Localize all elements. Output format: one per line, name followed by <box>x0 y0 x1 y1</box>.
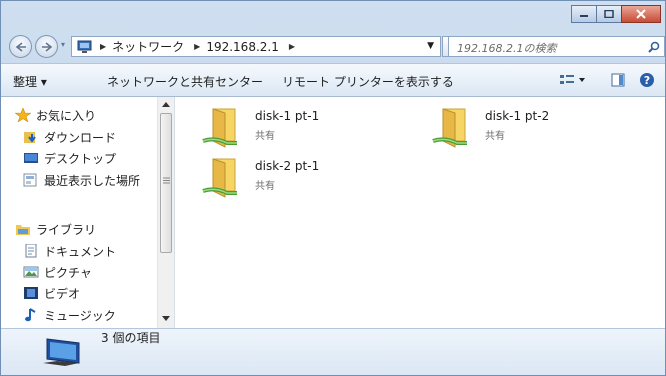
network-share-folder-icon <box>432 108 467 148</box>
recent-places-icon <box>23 173 37 187</box>
libraries-icon <box>16 225 30 235</box>
item-type: 共有 <box>485 131 505 142</box>
desktop-icon <box>24 153 38 163</box>
minimize-icon <box>580 15 588 17</box>
item-count: 3 個の項目 <box>101 331 161 345</box>
nav-item-label: 最近表示した場所 <box>44 173 141 188</box>
show-remote-printers-button[interactable]: リモート プリンターを表示する <box>282 73 454 90</box>
nav-item-downloads[interactable]: ダウンロード <box>23 128 157 146</box>
scrollbar-thumb[interactable] <box>160 113 172 253</box>
share-item[interactable]: disk-1 pt-2 共有 <box>431 107 549 151</box>
recent-pages-chevron-icon[interactable]: ▾ <box>61 40 65 49</box>
search-icon[interactable] <box>648 41 660 53</box>
back-arrow-icon <box>15 41 26 52</box>
nav-item-label: ライブラリ <box>36 222 97 237</box>
forward-arrow-icon <box>41 41 52 52</box>
pictures-icon <box>23 266 39 278</box>
breadcrumb-network[interactable]: ネットワーク <box>112 38 184 55</box>
computer-icon <box>43 338 80 366</box>
navigation-pane: お気に入り ダウンロード デスクトップ 最近表示した場所 ライブラリ ドキュメン… <box>1 97 175 328</box>
nav-item-label: お気に入り <box>36 108 97 123</box>
item-type: 共有 <box>255 181 275 192</box>
network-share-folder-icon <box>202 108 237 148</box>
search-placeholder: 192.168.2.1の検索 <box>457 42 557 55</box>
nav-item-label: ドキュメント <box>44 244 117 259</box>
network-sharing-center-button[interactable]: ネットワークと共有センター <box>107 73 263 90</box>
nav-item-label: ピクチャ <box>44 265 92 280</box>
explorer-window: ▾ ▶ ネットワーク ▶ 192.168.2.1 ▶ ▼ 192.168.2.1… <box>0 0 666 376</box>
star-icon <box>15 108 31 122</box>
breadcrumb-separator-icon[interactable]: ▶ <box>289 42 295 51</box>
nav-item-libraries[interactable]: ライブラリ <box>15 220 157 238</box>
item-name: disk-2 pt-1 <box>255 159 320 173</box>
nav-item-videos[interactable]: ビデオ <box>23 284 157 302</box>
close-button[interactable] <box>621 5 661 23</box>
grip-icon <box>163 177 170 184</box>
details-pane: 3 個の項目 <box>1 328 665 375</box>
share-item[interactable]: disk-1 pt-1 共有 <box>201 107 319 151</box>
nav-item-documents[interactable]: ドキュメント <box>23 242 157 260</box>
title-bar <box>1 1 665 31</box>
command-bar: 整理 ▾ ネットワークと共有センター リモート プリンターを表示する ? <box>1 63 665 97</box>
scroll-down-icon[interactable] <box>162 316 170 322</box>
maximize-button[interactable] <box>596 5 622 23</box>
videos-icon <box>24 287 38 299</box>
item-type: 共有 <box>255 131 275 142</box>
item-name: disk-1 pt-2 <box>485 109 550 123</box>
minimize-button[interactable] <box>571 5 597 23</box>
address-row: ▾ ▶ ネットワーク ▶ 192.168.2.1 ▶ ▼ 192.168.2.1… <box>1 31 665 61</box>
downloads-folder-icon <box>24 132 36 143</box>
network-share-folder-icon <box>202 158 237 198</box>
scroll-up-icon[interactable] <box>162 101 170 107</box>
help-button[interactable]: ? <box>639 72 655 91</box>
nav-item-label: ビデオ <box>44 286 81 301</box>
nav-item-desktop[interactable]: デスクトップ <box>23 149 157 167</box>
network-icon <box>77 40 92 53</box>
svg-text:?: ? <box>644 74 650 87</box>
change-view-button[interactable] <box>559 73 587 90</box>
breadcrumb-separator-icon[interactable]: ▶ <box>100 42 106 51</box>
search-box[interactable]: 192.168.2.1の検索 <box>448 36 665 57</box>
maximize-icon <box>604 10 614 18</box>
close-icon <box>636 9 646 19</box>
forward-button[interactable] <box>35 35 58 58</box>
preview-pane-button[interactable] <box>611 73 625 90</box>
nav-item-pictures[interactable]: ピクチャ <box>23 263 157 281</box>
organize-menu[interactable]: 整理 ▾ <box>13 73 47 90</box>
file-list: disk-1 pt-1 共有 disk-1 pt-2 共有 disk-2 pt-… <box>175 97 665 328</box>
breadcrumb-separator-icon[interactable]: ▶ <box>194 42 200 51</box>
nav-scrollbar[interactable] <box>157 97 174 328</box>
nav-item-music[interactable]: ミュージック <box>23 306 157 324</box>
back-button[interactable] <box>9 35 32 58</box>
item-name: disk-1 pt-1 <box>255 109 320 123</box>
share-item[interactable]: disk-2 pt-1 共有 <box>201 157 319 201</box>
address-bar[interactable]: ▶ ネットワーク ▶ 192.168.2.1 ▶ ▼ <box>71 36 441 57</box>
window-controls <box>571 5 661 25</box>
nav-item-label: ミュージック <box>44 308 116 323</box>
nav-item-favorites[interactable]: お気に入り <box>15 106 157 124</box>
documents-icon <box>25 244 37 258</box>
nav-item-label: ダウンロード <box>44 130 117 145</box>
view-icon <box>560 75 585 84</box>
help-icon: ? <box>640 73 654 87</box>
nav-item-recent-places[interactable]: 最近表示した場所 <box>23 171 157 189</box>
nav-item-label: デスクトップ <box>44 151 117 166</box>
music-icon <box>25 308 36 322</box>
preview-pane-icon <box>611 73 625 87</box>
breadcrumb-host[interactable]: 192.168.2.1 <box>206 40 279 54</box>
address-dropdown-icon[interactable]: ▼ <box>427 41 434 51</box>
